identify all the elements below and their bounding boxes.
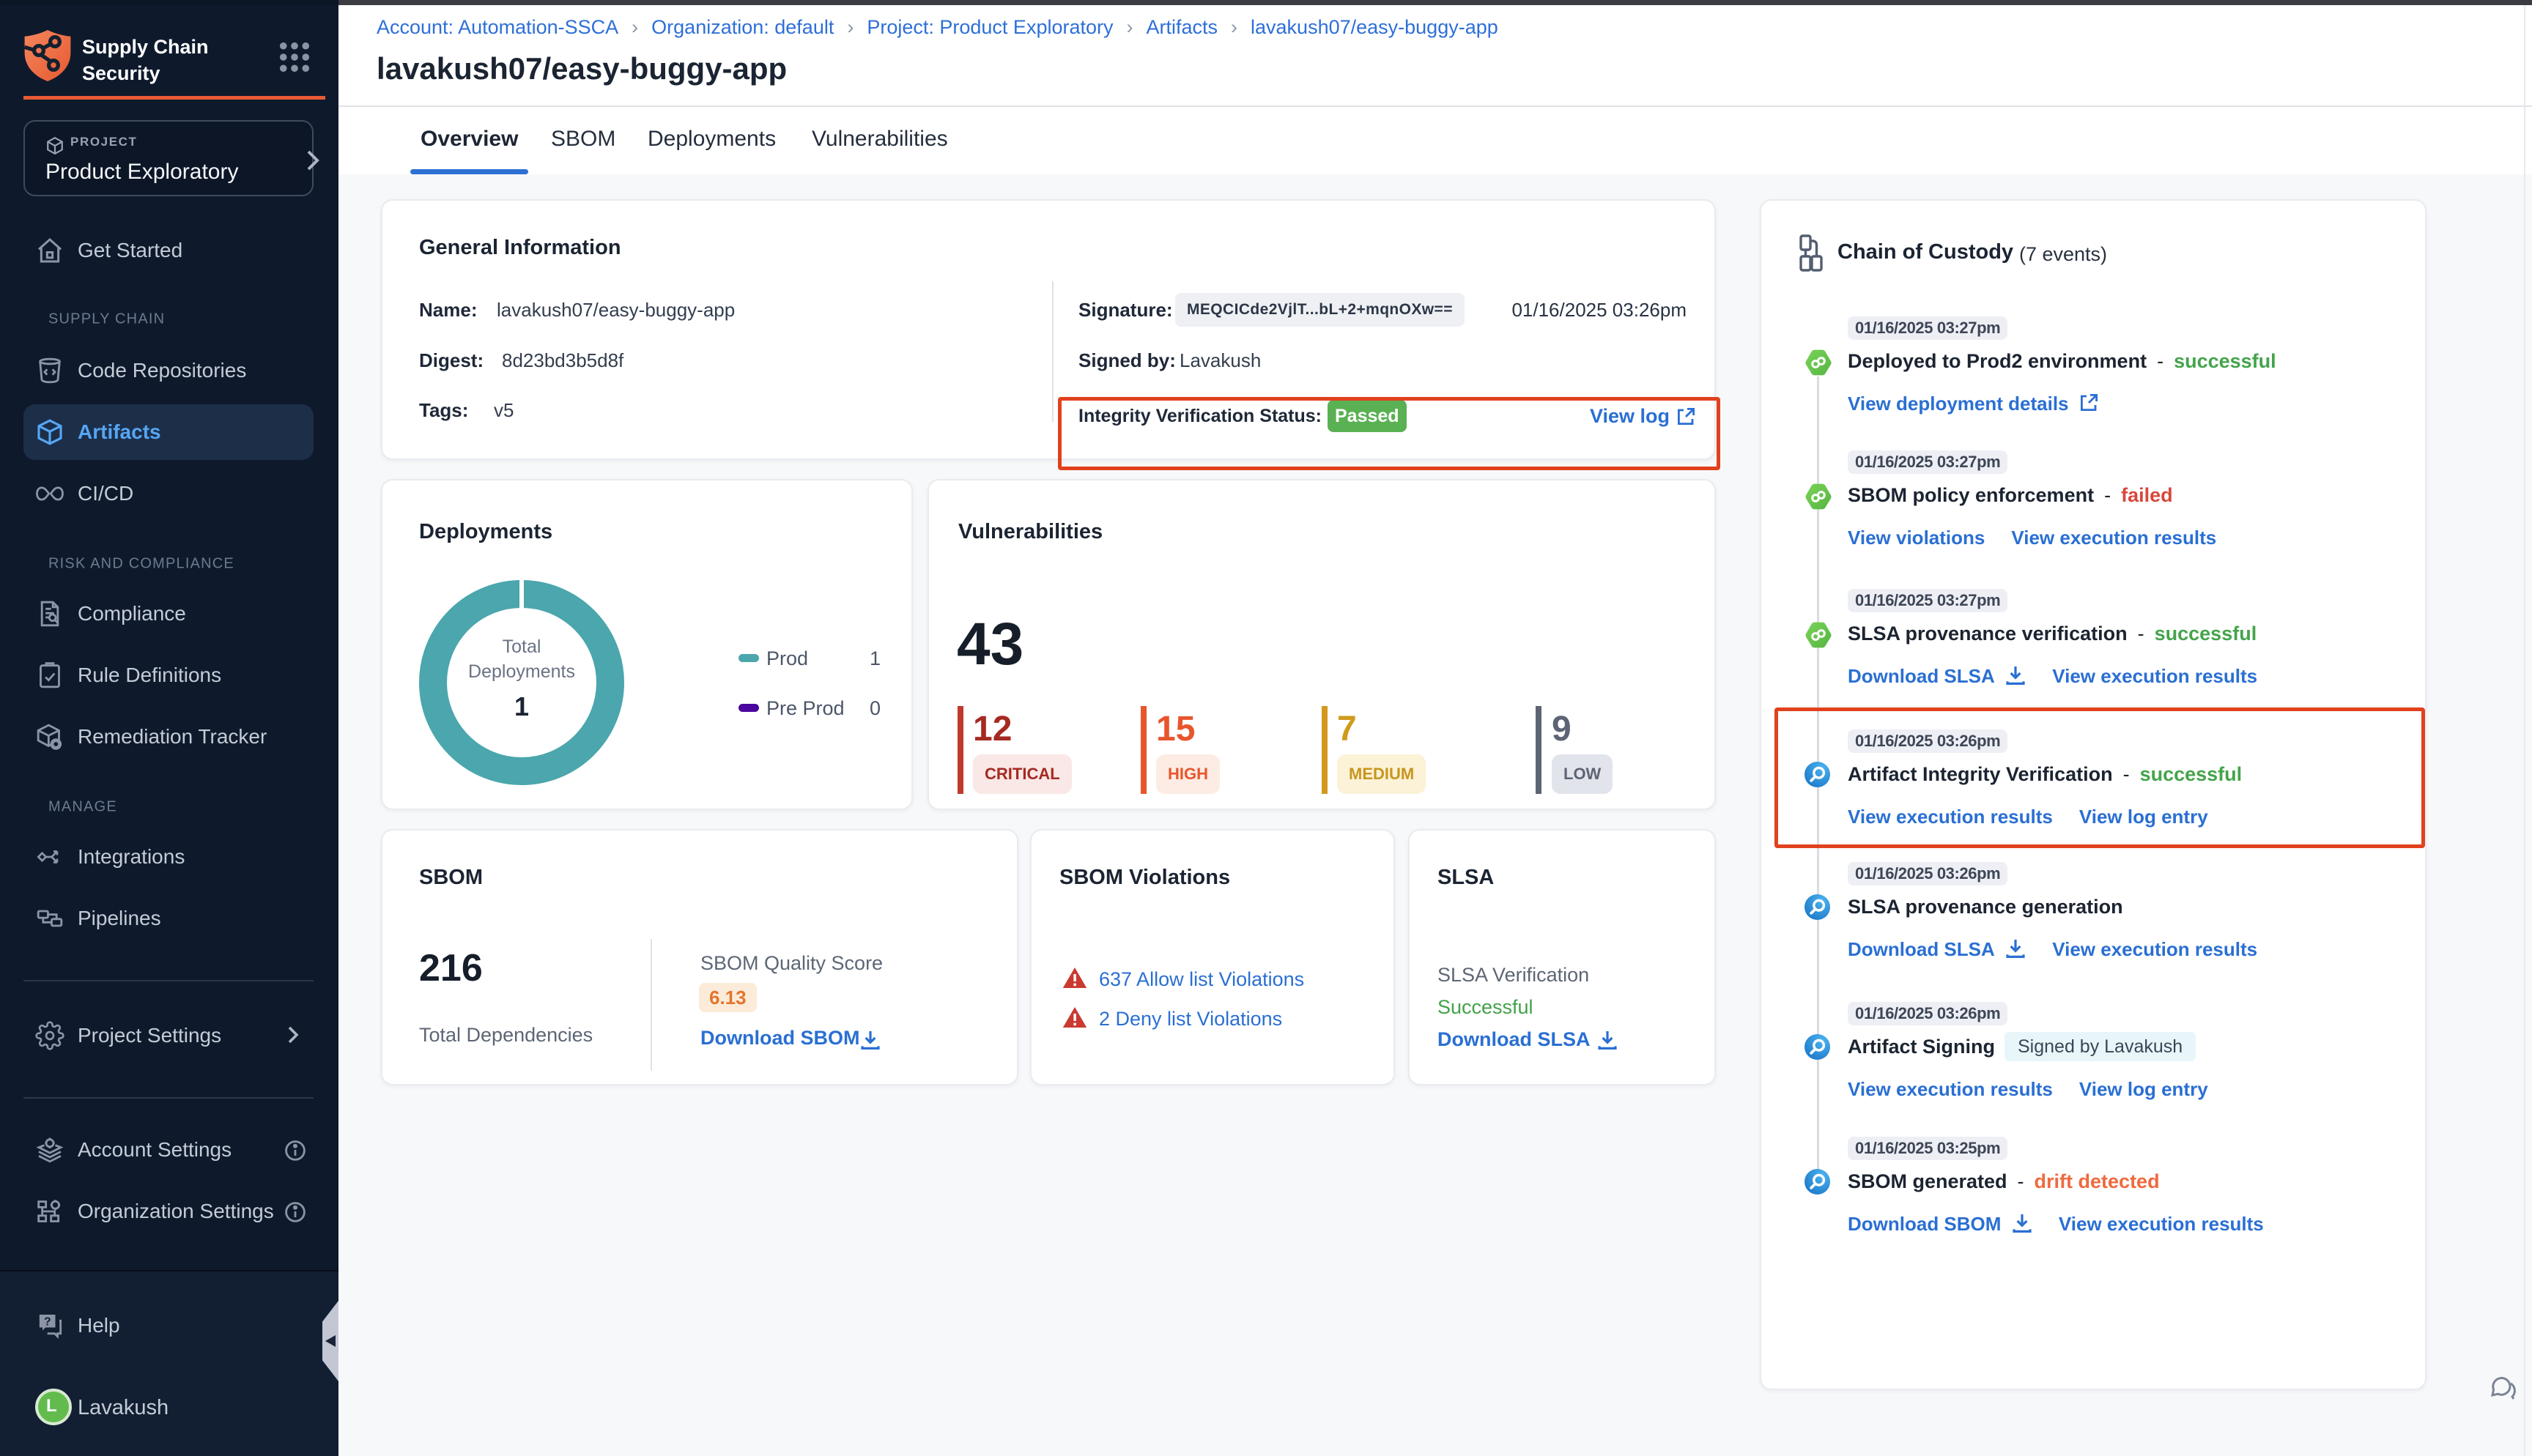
svg-text:?: ? [44, 1316, 51, 1329]
